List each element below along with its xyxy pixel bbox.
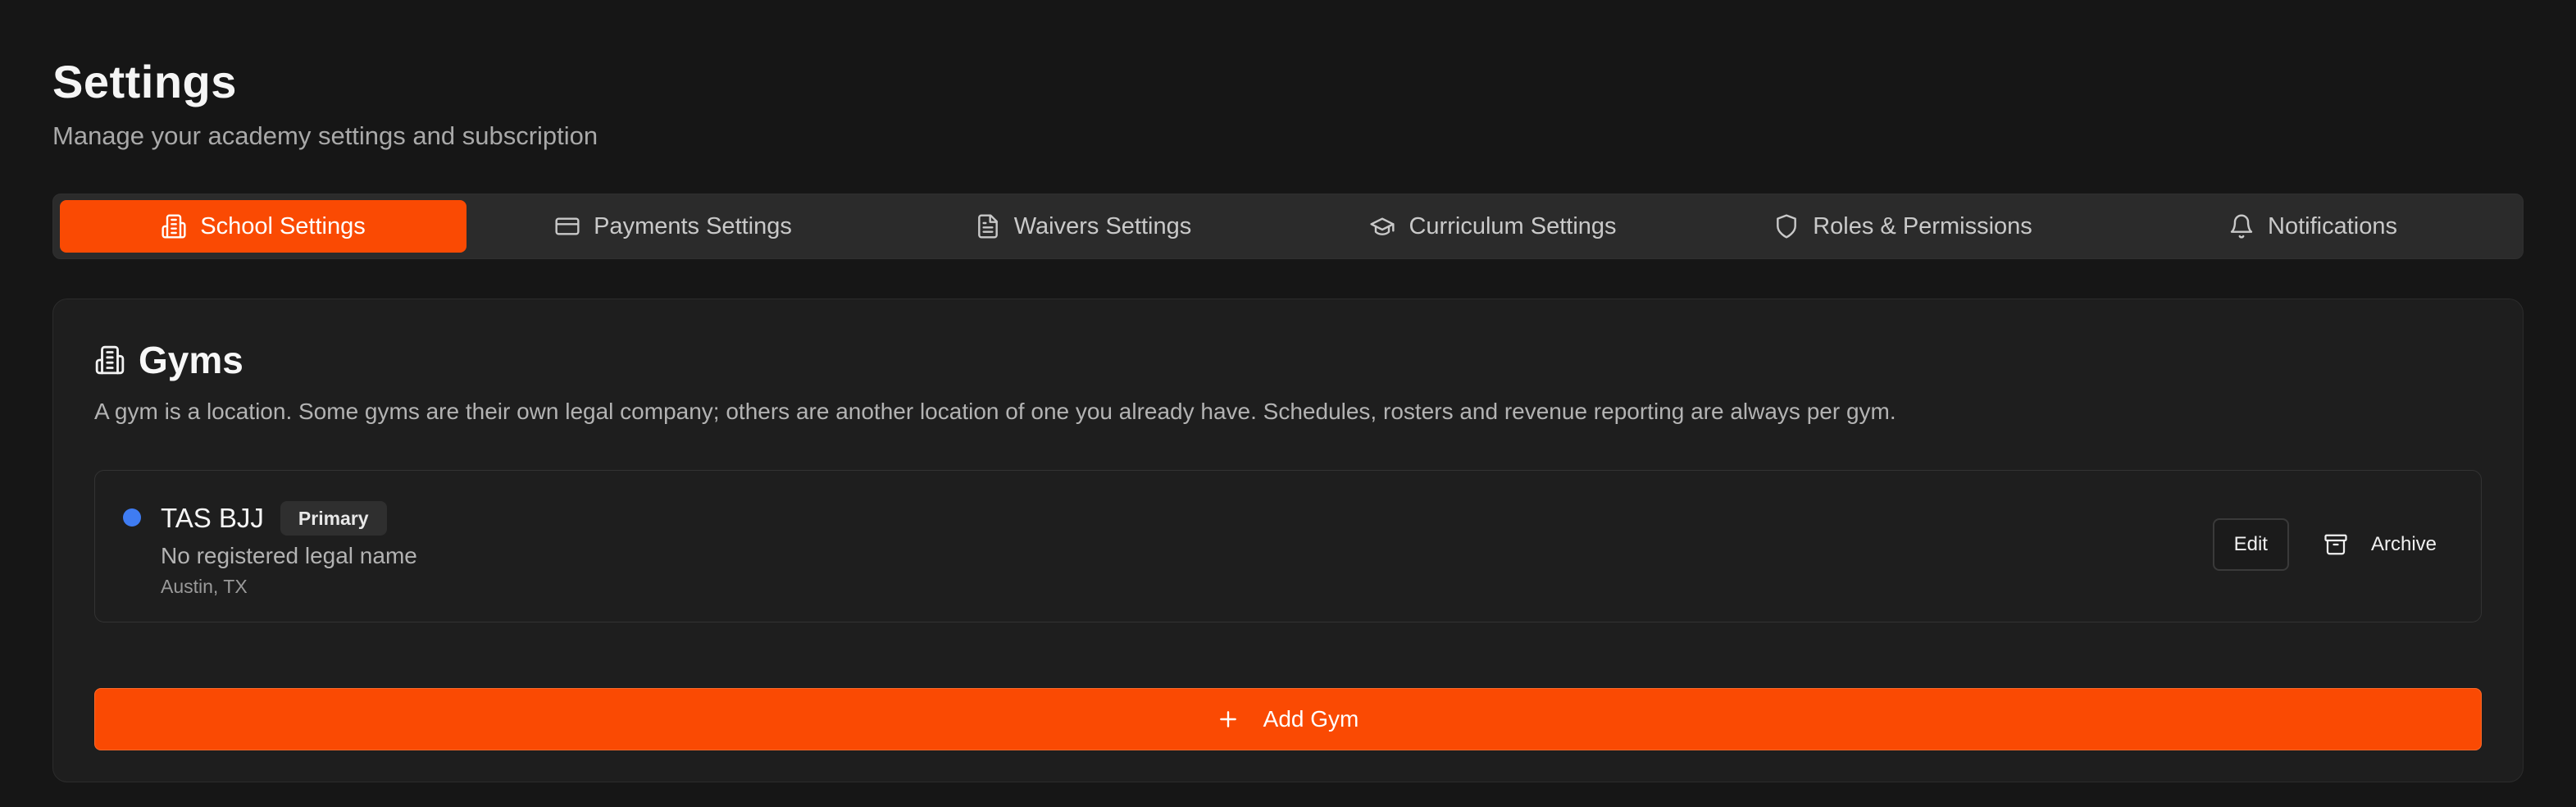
- tab-payments-settings[interactable]: Payments Settings: [470, 200, 876, 253]
- archive-icon: [2323, 532, 2348, 557]
- archive-gym-button[interactable]: Archive: [2310, 518, 2456, 571]
- graduation-cap-icon: [1369, 213, 1395, 239]
- tab-roles-permissions[interactable]: Roles & Permissions: [1700, 200, 2106, 253]
- page-subtitle: Manage your academy settings and subscri…: [52, 121, 598, 150]
- tab-school-settings[interactable]: School Settings: [60, 200, 467, 253]
- gym-name: TAS BJJ: [161, 503, 264, 533]
- settings-tabs: School Settings Payments Settings Waiver…: [52, 194, 2524, 259]
- gym-actions: Edit Archive: [2212, 518, 2456, 571]
- document-icon: [975, 213, 1001, 239]
- primary-badge: Primary: [280, 501, 387, 536]
- tab-label: Curriculum Settings: [1409, 212, 1617, 239]
- gym-info: TAS BJJ Primary No registered legal name…: [161, 500, 417, 599]
- tab-notifications[interactable]: Notifications: [2109, 200, 2516, 253]
- bell-icon: [2228, 213, 2255, 239]
- credit-card-icon: [554, 213, 580, 239]
- building-icon: [161, 213, 187, 239]
- gym-legal-name: No registered legal name: [161, 543, 417, 568]
- tab-label: Waivers Settings: [1013, 212, 1192, 239]
- tab-waivers-settings[interactable]: Waivers Settings: [880, 200, 1286, 253]
- tab-label: Notifications: [2268, 212, 2397, 239]
- gyms-card-header: Gyms: [94, 335, 2482, 385]
- add-gym-label: Add Gym: [1263, 706, 1359, 732]
- building-icon: [94, 344, 125, 376]
- gyms-card: Gyms A gym is a location. Some gyms are …: [52, 299, 2524, 782]
- tab-curriculum-settings[interactable]: Curriculum Settings: [1290, 200, 1696, 253]
- gym-location: Austin, TX: [161, 576, 248, 597]
- tab-label: School Settings: [200, 212, 366, 239]
- archive-label: Archive: [2370, 533, 2437, 555]
- page-title: Settings: [52, 56, 237, 107]
- tab-label: Payments Settings: [594, 212, 792, 239]
- tab-label: Roles & Permissions: [1813, 212, 2032, 239]
- edit-gym-button[interactable]: Edit: [2212, 518, 2289, 571]
- plus-icon: [1217, 709, 1239, 730]
- add-gym-button[interactable]: Add Gym: [94, 688, 2482, 750]
- gym-name-line: TAS BJJ Primary: [161, 500, 417, 536]
- gym-list-item: TAS BJJ Primary No registered legal name…: [94, 470, 2482, 622]
- gym-status-dot: [123, 508, 141, 527]
- gyms-card-title: Gyms: [139, 339, 243, 381]
- gyms-card-description: A gym is a location. Some gyms are their…: [94, 399, 1896, 424]
- shield-icon: [1773, 213, 1800, 239]
- settings-page: Settings Manage your academy settings an…: [0, 0, 2576, 807]
